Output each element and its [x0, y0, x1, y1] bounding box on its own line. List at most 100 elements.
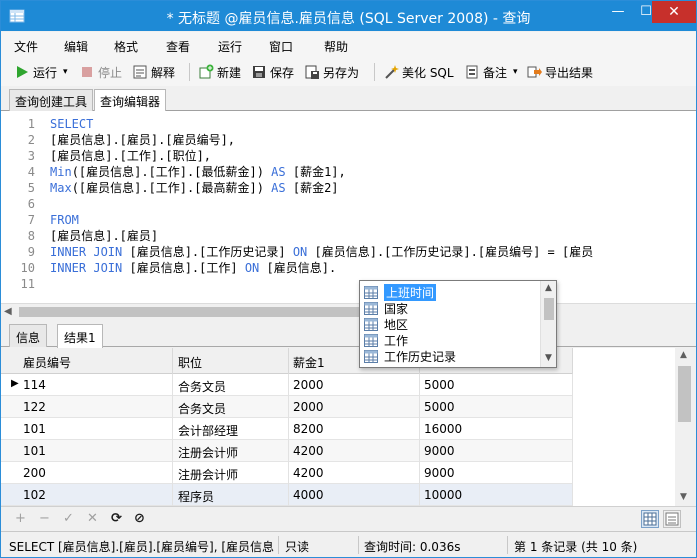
cell-divider [288, 440, 289, 462]
table-cell[interactable]: 16000 [424, 422, 462, 436]
menu-file[interactable]: 文件 [14, 38, 38, 55]
table-cell[interactable]: 2000 [293, 378, 324, 392]
table-cell[interactable]: 200 [23, 466, 46, 480]
table-cell[interactable]: 122 [23, 400, 46, 414]
editor-horizontal-scrollbar[interactable]: ◀ [1, 303, 696, 319]
sql-keyword: AS [271, 181, 286, 195]
form-view-button[interactable] [663, 510, 681, 528]
export-results-button[interactable]: 导出结果 [526, 62, 593, 82]
status-bar: SELECT [雇员信息].[雇员].[雇员编号], [雇员信息].[ 只读 查… [1, 531, 696, 557]
scroll-down-icon[interactable]: ▼ [545, 353, 552, 363]
apply-changes-button[interactable]: ✓ [63, 511, 74, 526]
discard-changes-button[interactable]: ✕ [87, 511, 98, 526]
scroll-up-icon[interactable]: ▲ [545, 283, 552, 293]
autocomplete-item[interactable]: 工作历史记录 [364, 348, 540, 364]
minimize-button[interactable]: — [604, 1, 632, 23]
table-row[interactable]: ▶ 114 合务文员 2000 5000 [1, 374, 573, 396]
beautify-sql-button[interactable]: 美化 SQL [383, 62, 454, 82]
menu-format[interactable]: 格式 [114, 38, 138, 55]
table-cell[interactable]: 4200 [293, 466, 324, 480]
table-cell[interactable]: 114 [23, 378, 46, 392]
table-row[interactable]: 102 程序员 4000 10000 [1, 484, 573, 506]
menu-edit[interactable]: 编辑 [64, 38, 88, 55]
scrollbar-thumb[interactable] [19, 307, 359, 317]
comment-button[interactable]: 备注 ▾ [464, 62, 518, 82]
tab-query-builder[interactable]: 查询创建工具 [9, 89, 94, 111]
column-divider[interactable] [288, 348, 289, 374]
menu-view[interactable]: 查看 [166, 38, 190, 55]
stop-loading-button[interactable]: ⊘ [134, 511, 145, 526]
table-cell[interactable]: 合务文员 [178, 400, 226, 417]
column-divider[interactable] [572, 348, 573, 374]
column-divider[interactable] [172, 348, 173, 374]
column-header-salary-1[interactable]: 薪金1 [293, 354, 325, 371]
autocomplete-item[interactable]: 工作 [364, 332, 540, 348]
column-header-position[interactable]: 职位 [178, 354, 202, 371]
menu-window[interactable]: 窗口 [269, 38, 293, 55]
line-number: 7 [27, 213, 35, 227]
table-cell[interactable]: 101 [23, 422, 46, 436]
comment-dropdown-icon[interactable]: ▾ [513, 67, 518, 77]
grid-view-button[interactable] [641, 510, 659, 528]
explain-button[interactable]: 解释 [132, 62, 175, 82]
add-record-button[interactable]: + [15, 511, 26, 526]
cell-divider [172, 462, 173, 484]
grid-vertical-scrollbar[interactable]: ▲ ▼ [675, 348, 694, 506]
scroll-up-icon[interactable]: ▲ [680, 350, 687, 360]
table-cell[interactable]: 101 [23, 444, 46, 458]
table-cell[interactable]: 会计部经理 [178, 422, 238, 439]
new-button[interactable]: 新建 [198, 62, 241, 82]
table-cell[interactable]: 5000 [424, 400, 455, 414]
table-cell[interactable]: 程序员 [178, 488, 214, 505]
autocomplete-item[interactable]: 国家 [364, 300, 540, 316]
tab-query-editor[interactable]: 查询编辑器 [94, 89, 167, 112]
scrollbar-thumb[interactable] [544, 298, 554, 320]
table-cell[interactable]: 2000 [293, 400, 324, 414]
table-cell[interactable]: 9000 [424, 466, 455, 480]
table-cell[interactable]: 9000 [424, 444, 455, 458]
table-cell[interactable]: 合务文员 [178, 378, 226, 395]
table-row[interactable]: 101 注册会计师 4200 9000 [1, 440, 573, 462]
scrollbar-thumb[interactable] [678, 366, 691, 422]
tab-result-1[interactable]: 结果1 [57, 324, 103, 348]
scroll-left-icon[interactable]: ◀ [4, 306, 12, 317]
menu-run[interactable]: 运行 [218, 38, 242, 55]
table-cell[interactable]: 10000 [424, 488, 462, 502]
table-cell[interactable]: 4000 [293, 488, 324, 502]
run-button[interactable]: 运行 ▾ [14, 62, 68, 82]
export-icon [527, 66, 542, 78]
table-row[interactable]: 122 合务文员 2000 5000 [1, 396, 573, 418]
table-row[interactable]: 200 注册会计师 4200 9000 [1, 462, 573, 484]
sql-identifier: [雇员信息].[雇员] [50, 229, 159, 243]
cell-divider [419, 418, 420, 440]
sql-identifier: [雇员信息].[工作历史记录].[雇员编号] = [雇员 [307, 245, 594, 259]
sql-editor[interactable]: 1 SELECT 2 [雇员信息].[雇员].[雇员编号], 3 [雇员信息].[工作].… [1, 111, 696, 303]
cell-divider [572, 418, 573, 440]
table-cell[interactable]: 102 [23, 488, 46, 502]
stop-button[interactable]: 停止 [79, 62, 122, 82]
save-as-button[interactable]: 另存为 [304, 62, 359, 82]
delete-record-button[interactable]: − [39, 511, 50, 526]
save-button[interactable]: 保存 [251, 62, 294, 82]
close-button[interactable]: ✕ [652, 1, 696, 23]
column-header-employee-id[interactable]: 雇员编号 [23, 354, 71, 371]
autocomplete-item[interactable]: 上班时间 [364, 283, 540, 301]
tab-info[interactable]: 信息 [9, 324, 48, 347]
autocomplete-scrollbar[interactable]: ▲ ▼ [540, 281, 556, 367]
table-cell[interactable]: 8200 [293, 422, 324, 436]
status-query-time: 查询时间: 0.036s [364, 540, 461, 554]
table-row[interactable]: 101 会计部经理 8200 16000 [1, 418, 573, 440]
table-cell[interactable]: 注册会计师 [178, 466, 238, 483]
table-cell[interactable]: 4200 [293, 444, 324, 458]
code-text: [雇员信息].[雇员] [50, 228, 158, 244]
refresh-button[interactable]: ⟳ [111, 511, 122, 526]
table-cell[interactable]: 注册会计师 [178, 444, 238, 461]
autocomplete-item-label: 上班时间 [384, 283, 437, 301]
scroll-down-icon[interactable]: ▼ [680, 492, 687, 502]
run-dropdown-icon[interactable]: ▾ [63, 67, 68, 77]
autocomplete-item[interactable]: 地区 [364, 316, 540, 332]
line-number: 11 [20, 277, 35, 291]
menu-help[interactable]: 帮助 [324, 38, 348, 55]
table-cell[interactable]: 5000 [424, 378, 455, 392]
sql-keyword: Min [50, 165, 72, 179]
